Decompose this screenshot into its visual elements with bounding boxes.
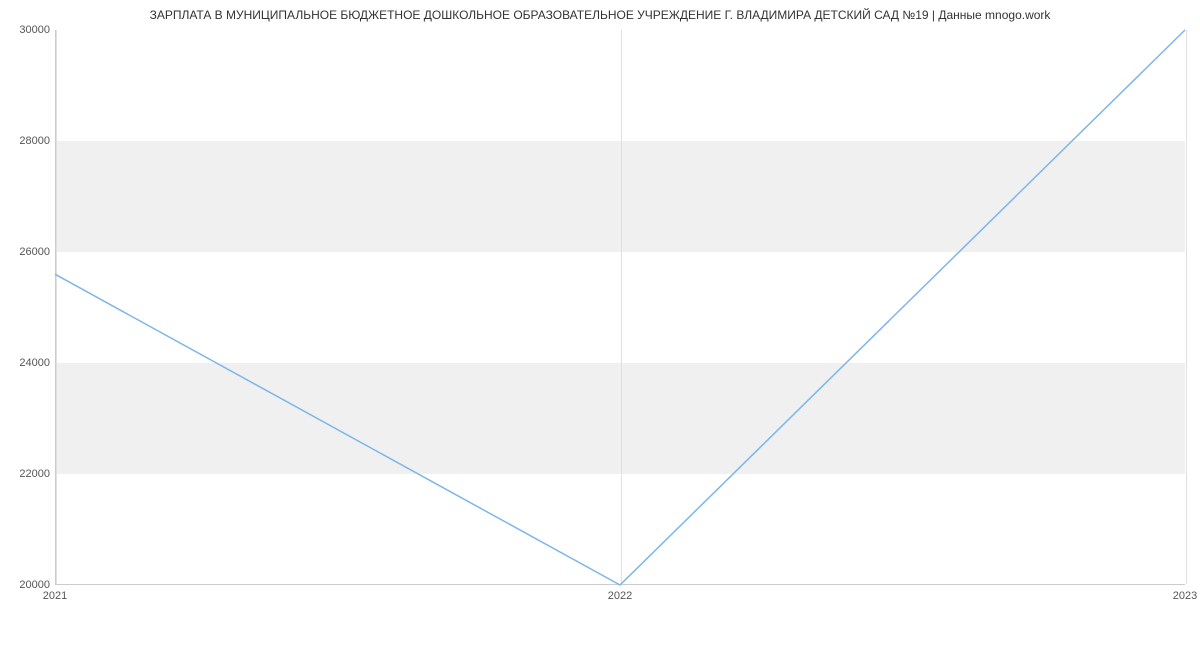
line-series bbox=[55, 30, 1185, 585]
gridline-vertical bbox=[1186, 30, 1187, 584]
chart-area: 2000022000240002600028000300002021202220… bbox=[55, 30, 1185, 600]
x-axis-tick: 2023 bbox=[1173, 590, 1197, 602]
y-axis-tick: 22000 bbox=[0, 468, 50, 480]
y-axis-tick: 26000 bbox=[0, 246, 50, 258]
y-axis-tick: 24000 bbox=[0, 357, 50, 369]
x-axis-tick: 2021 bbox=[43, 590, 67, 602]
x-axis-tick: 2022 bbox=[608, 590, 632, 602]
y-axis-tick: 30000 bbox=[0, 24, 50, 36]
line-path bbox=[55, 30, 1185, 585]
y-axis-tick: 28000 bbox=[0, 135, 50, 147]
chart-title: ЗАРПЛАТА В МУНИЦИПАЛЬНОЕ БЮДЖЕТНОЕ ДОШКО… bbox=[0, 0, 1200, 26]
